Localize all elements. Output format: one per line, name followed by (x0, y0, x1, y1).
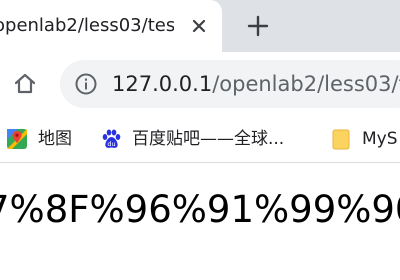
bookmark-label: 地图 (38, 129, 72, 149)
url-host: 127.0.0.1 (112, 72, 213, 96)
page-body-text: 7%8F%96%91%99%90 (0, 188, 400, 231)
url-path: /openlab2/less03/te (212, 72, 400, 96)
toolbar: 127.0.0.1/openlab2/less03/te (0, 52, 400, 116)
tab-strip: openlab2/less03/test (0, 0, 400, 52)
close-icon[interactable] (186, 13, 212, 39)
url-text[interactable]: 127.0.0.1/openlab2/less03/te (112, 71, 400, 97)
active-tab[interactable]: openlab2/less03/test (0, 0, 222, 52)
browser-window: openlab2/less03/test 127.0.0.1/openlab2/… (0, 0, 400, 280)
svg-text:du: du (107, 140, 115, 148)
address-bar[interactable]: 127.0.0.1/openlab2/less03/te (60, 60, 400, 108)
bookmarks-bar: 地图 du 百度贴吧——全球... MyS (0, 116, 400, 163)
folder-icon (330, 128, 352, 150)
google-maps-icon (6, 128, 28, 150)
page-content: 7%8F%96%91%99%90 (0, 163, 400, 280)
tab-title: openlab2/less03/test (0, 15, 174, 36)
bookmark-label: MyS (362, 129, 398, 149)
home-icon[interactable] (8, 67, 42, 101)
info-icon[interactable] (74, 72, 98, 96)
plus-icon[interactable] (240, 8, 276, 44)
bookmark-label: 百度贴吧——全球... (132, 129, 285, 149)
baidu-paw-icon: du (100, 128, 122, 150)
